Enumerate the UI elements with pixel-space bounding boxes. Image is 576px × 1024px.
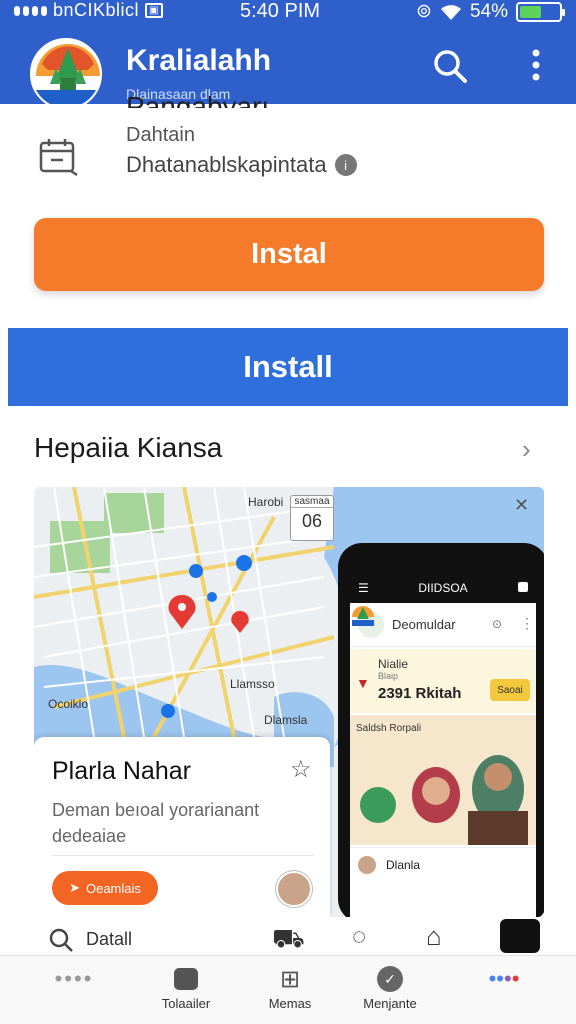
listing-card [8, 104, 568, 330]
phone-header-title: DIIDSOA [418, 581, 468, 595]
chat-bubble-icon [172, 966, 200, 992]
battery-icon [516, 1, 565, 22]
phone-row-name: Dlanla [386, 857, 421, 872]
dots-icon: •••• [54, 966, 94, 991]
chevron-right-icon[interactable]: › [522, 434, 531, 465]
search-strip[interactable]: Datall ⛟ ◌ ⌂ [34, 917, 544, 955]
phone-more-icon: ⋮ [520, 615, 534, 631]
phone-screen: ☰ DIIDSOA Deomuldar ⊙ ⋮ ▼ Nialie Blaip 2… [350, 573, 536, 917]
more-vert-icon[interactable] [528, 48, 544, 87]
place-card[interactable]: Plarla Nahar ☆ Deman beıoal yorarianant … [34, 737, 330, 917]
alarm-icon: ⊚ [416, 1, 432, 22]
people-photo [360, 755, 528, 845]
search-icon[interactable] [432, 48, 468, 89]
map-label-top: Harobi [248, 495, 284, 509]
search-icon [49, 928, 73, 952]
sim-icon: ▣ [145, 3, 163, 18]
home-icon[interactable]: ⌂ [426, 921, 442, 952]
app-title: Kralialahh [126, 44, 272, 77]
phone-row-avatar [358, 856, 376, 874]
account-icon[interactable] [500, 919, 540, 953]
status-time: 5:40 PIM [240, 0, 321, 22]
phone-info-icon: ⊙ [492, 617, 503, 631]
developer-name-row[interactable]: Dhatanablskapintata i [126, 152, 357, 178]
nav-item-colors[interactable]: • • • • [464, 966, 544, 996]
chat-icon[interactable]: ◌ [352, 923, 366, 951]
map-time-label: sasmaa [291, 496, 333, 508]
map-label-district: Llamsso [230, 677, 275, 691]
phone-app-title: Deomuldar [392, 617, 456, 632]
map-time-box: sasmaa 06 [290, 495, 334, 541]
menu-icon: ☰ [358, 581, 369, 595]
map-label-bottom: Dlamsla [264, 713, 308, 727]
map-preview[interactable]: Harobi sasmaa 06 Llamsso Ocoiklo Dlamsla… [34, 487, 544, 917]
map-time-value: 06 [301, 511, 323, 531]
nav-item-tolaailer[interactable]: Tolaailer [146, 966, 226, 1011]
colored-dots-icon: • • • • [488, 966, 520, 991]
compass-icon: ✓ [376, 966, 404, 992]
star-icon[interactable]: ☆ [290, 755, 312, 784]
place-name: Plarla Nahar [52, 757, 191, 785]
nav-item-menjante[interactable]: ✓ Menjante [350, 966, 430, 1011]
map-label-bottom-left: Ocoiklo [48, 697, 89, 711]
carrier-name: bnCIKblicl [53, 0, 140, 20]
nav-label-tolaailer: Tolaailer [161, 996, 211, 1011]
signal-icon [14, 5, 47, 16]
promo-price: 2391 Rkitah [378, 685, 462, 702]
status-bar: bnCIKblicl ▣ 5:40 PIM ⊚ 54% [0, 0, 576, 24]
pin-icon: ▼ [356, 675, 370, 691]
calendar-icon [38, 136, 78, 181]
nav-label-memas: Memas [268, 996, 312, 1011]
phone-mockup: ☰ DIIDSOA Deomuldar ⊙ ⋮ ▼ Nialie Blaip 2… [338, 543, 544, 917]
share-icon: ⊞ [279, 965, 301, 993]
avatar[interactable] [276, 871, 312, 907]
mini-app-logo [352, 606, 384, 638]
promo-sub: Blaip [378, 671, 399, 681]
promo-button: Saoai [490, 679, 530, 701]
nav-item-memas[interactable]: ⊞ Memas [250, 965, 330, 1012]
listing-title: Pangabyarı [126, 91, 270, 108]
route-button-label: Oeamlais [85, 880, 141, 896]
promo-name: Nialie [378, 657, 409, 671]
phone-list-row: Dlanla [350, 847, 536, 881]
section-title: Hepaiia Kiansa [34, 432, 223, 463]
place-description: Deman beıoal yorarianant dedeaiae [52, 800, 260, 846]
bottom-navigation: •••• Tolaailer ⊞ Memas ✓ Menjante • • • • [0, 955, 576, 1024]
directions-icon: ➤ [69, 880, 80, 895]
phone-app-bar: Deomuldar ⊙ ⋮ [350, 603, 536, 647]
route-button[interactable]: ➤ Oeamlais [52, 871, 158, 905]
app-logo [30, 38, 102, 110]
divider [52, 855, 314, 856]
nav-item-more[interactable]: •••• [34, 966, 114, 996]
battery-text: 54% [469, 0, 508, 22]
developer-name: Dhatanablskapintata [126, 152, 327, 177]
expand-icon[interactable]: ✕ [514, 495, 529, 516]
search-strip-text: Datall [86, 929, 133, 949]
nav-label-menjante: Menjante [363, 996, 417, 1011]
wifi-icon [440, 4, 461, 20]
camera-icon [518, 582, 528, 592]
promo-banner: ▼ Nialie Blaip 2391 Rkitah Saoai [350, 649, 536, 713]
cart-icon[interactable]: ⛟ [272, 923, 305, 958]
install-button-secondary[interactable]: Install [8, 328, 568, 406]
phone-people-section: Saldsh Rorpali [350, 715, 536, 845]
install-button-primary[interactable]: Instal [34, 218, 544, 291]
info-icon[interactable]: i [334, 154, 357, 176]
phone-header: ☰ DIIDSOA [350, 573, 536, 603]
developer-label: Dahtain [126, 124, 195, 146]
